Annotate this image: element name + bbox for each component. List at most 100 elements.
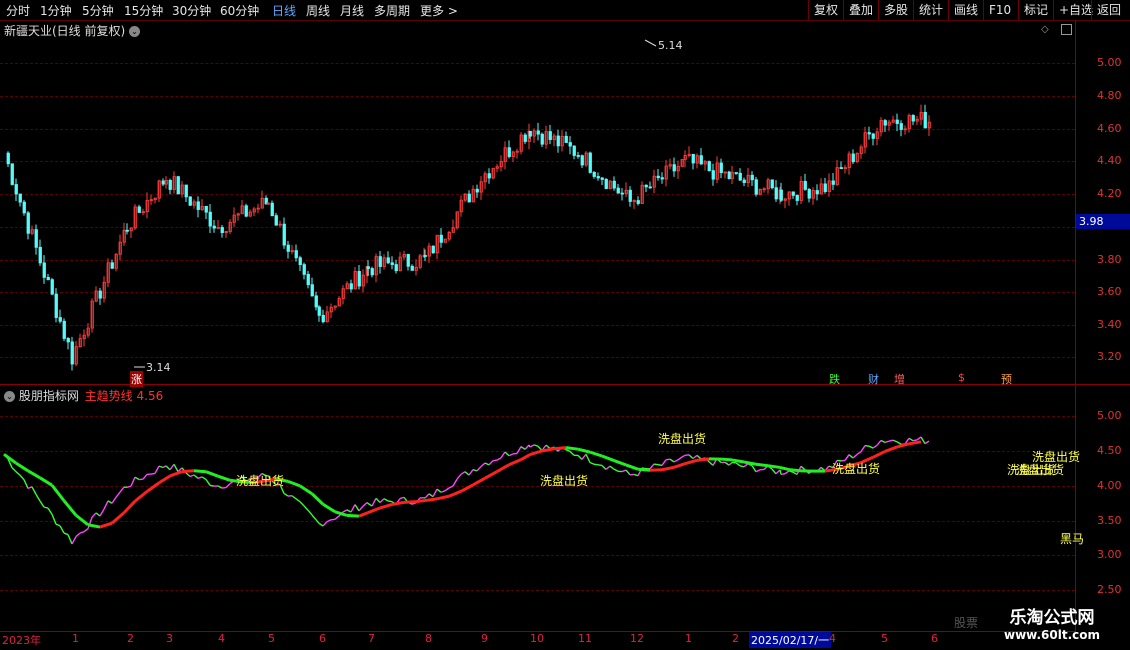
indicator-bar (318, 522, 324, 527)
candle-body (18, 193, 22, 203)
candle-body (386, 257, 390, 264)
time-label: 6 (319, 632, 326, 645)
indicator-bar (480, 462, 486, 468)
current-price-badge: 3.98 (1076, 214, 1130, 229)
main-trend-line (122, 500, 137, 514)
time-label: 5 (881, 632, 888, 645)
time-label: 2023年 (2, 634, 41, 647)
candle-body (58, 317, 62, 322)
indicator-bar (432, 488, 438, 498)
candle-body (370, 268, 374, 276)
main-trend-line (169, 470, 183, 478)
main-trend-line (87, 523, 101, 529)
candle-body (867, 132, 871, 135)
indicator-bar (916, 436, 922, 441)
indicator-bar (585, 453, 591, 463)
indicator-bar (524, 444, 530, 450)
candle-body (244, 205, 248, 217)
indicator-bar (371, 497, 377, 507)
indicator-bar (440, 490, 446, 493)
candle-body (548, 131, 552, 140)
main-trend-line (310, 492, 325, 506)
indicator-bar (350, 504, 356, 513)
indicator-bar (708, 461, 714, 466)
candle-body (321, 314, 325, 323)
candle-body (110, 262, 114, 269)
indicator-bar (193, 474, 199, 479)
site-watermark: 乐淘公式网 www.60lt.com (996, 608, 1108, 642)
indicator-bar (19, 474, 25, 481)
indicator-bar (197, 476, 203, 479)
back-button[interactable]: 返回 (1091, 0, 1126, 20)
candle-body (738, 172, 742, 181)
candle-body (54, 293, 58, 318)
time-label: 10 (530, 632, 544, 645)
candle-body (423, 255, 427, 257)
indicator-bar (633, 473, 639, 477)
candle-body (604, 179, 608, 189)
indicator-bar (452, 478, 458, 487)
indicator-bar (868, 445, 874, 449)
price-chart-canvas[interactable] (0, 0, 1075, 630)
candle-body (14, 184, 18, 195)
price-tick: 4.20 (1097, 187, 1122, 200)
signal-label: 洗盘出货 (540, 474, 589, 488)
indicator-bar (79, 531, 85, 534)
candle-body (42, 262, 46, 278)
indicator-bar (896, 441, 902, 445)
main-trend-line (908, 440, 922, 446)
price-tick: 3.40 (1097, 318, 1122, 331)
candle-body (851, 153, 855, 163)
indicator-bar (856, 451, 862, 456)
main-trend-line (287, 479, 301, 488)
indicator-bar (872, 444, 878, 449)
indicator-bar (516, 446, 522, 454)
main-trend-line (565, 446, 579, 451)
main-trend-line (720, 457, 733, 462)
indicator-bar (383, 498, 389, 502)
main-trend-line (193, 469, 207, 474)
signal-label: 洗盘出货 (1016, 463, 1065, 477)
indicator-bar (460, 471, 466, 475)
indicator-bar (593, 463, 599, 466)
indicator-bar (436, 488, 442, 493)
indicator-bar (43, 506, 49, 509)
candle-body (431, 245, 435, 254)
candle-body (596, 176, 600, 179)
candle-body (188, 196, 192, 206)
indicator-bar (311, 514, 317, 521)
candle-body (439, 234, 443, 243)
candle-body (656, 175, 660, 179)
candle-body (212, 225, 216, 229)
indicator-bar (111, 496, 117, 504)
main-trend-line (403, 500, 417, 504)
candle-body (38, 246, 42, 264)
time-label: 6 (931, 632, 938, 645)
candle-body (620, 192, 624, 195)
site-url: www.60lt.com (1003, 628, 1101, 642)
indicator-bar (484, 462, 490, 466)
stock-tab[interactable]: 股票 (954, 614, 978, 631)
signal-label: 洗盘出货 (832, 462, 881, 476)
indicator-bar (609, 465, 615, 470)
indicator-bar (205, 479, 211, 486)
main-trend-line (755, 462, 769, 468)
candle-body (168, 179, 172, 190)
candle-body (754, 179, 758, 195)
price-tick: 4.80 (1097, 89, 1122, 102)
main-trend-line (299, 484, 313, 495)
main-trend-line (661, 465, 675, 472)
indicator-tick: 3.50 (1097, 514, 1122, 527)
candle-body (742, 179, 746, 183)
indicator-bar (728, 462, 733, 466)
indicator-bar (504, 451, 510, 457)
indicator-bar (775, 469, 781, 475)
indicator-bar (581, 453, 587, 460)
indicator-bar (688, 454, 694, 460)
indicator-tick: 4.00 (1097, 479, 1122, 492)
indicator-bar (367, 502, 373, 507)
candle-body (394, 264, 398, 272)
indicator-bar (508, 453, 514, 457)
main-trend-line (39, 476, 53, 487)
candle-body (672, 164, 676, 172)
